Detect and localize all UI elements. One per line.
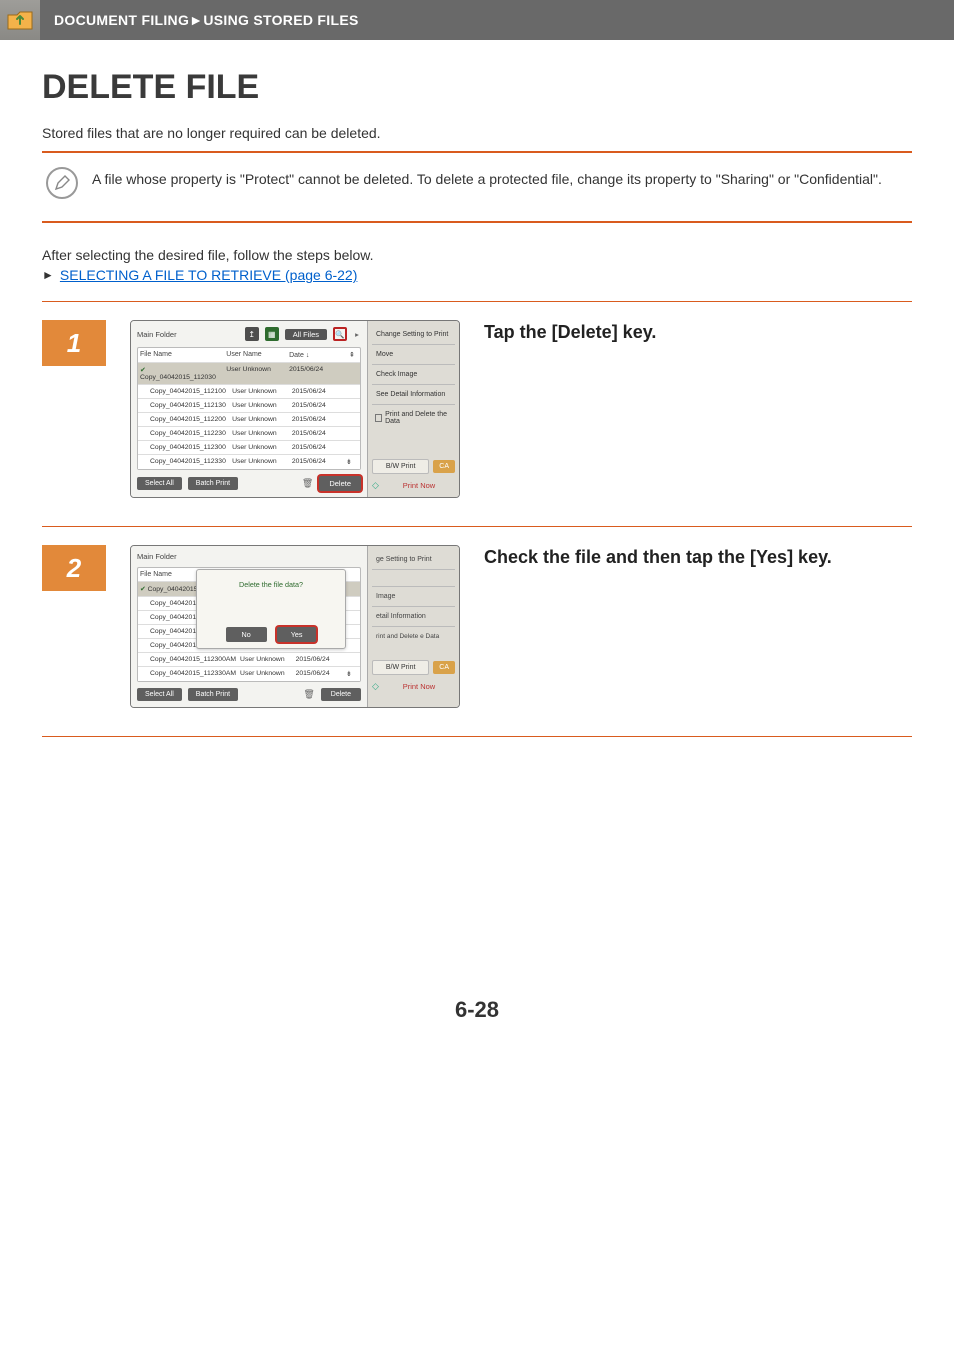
trash-icon[interactable]: 🗑	[303, 689, 314, 700]
breadcrumb-seg1: DOCUMENT FILING	[54, 12, 189, 28]
step-1: 1 Main Folder ↥ ▦ All Files 🔍 ▸	[42, 302, 912, 526]
change-setting-action[interactable]: Change Setting to Print	[372, 327, 455, 342]
ca-button[interactable]: CA	[433, 661, 455, 674]
side-toggle-icon[interactable]: ▸	[353, 330, 361, 339]
page: DOCUMENT FILING►USING STORED FILES DELET…	[0, 0, 954, 1063]
step-number: 2	[42, 545, 106, 591]
scroll-top-icon[interactable]: ⇞	[346, 351, 358, 359]
breadcrumb-sep: ►	[189, 12, 203, 28]
trash-icon[interactable]: 🗑	[302, 478, 313, 489]
pencil-icon	[46, 167, 78, 199]
check-icon: ✔	[140, 367, 146, 374]
step-2-screenshot: Main Folder File Name ✔ Copy_04042015_11…	[130, 545, 460, 708]
confirm-dialog: Delete the file data? No Yes	[196, 569, 346, 649]
table-row[interactable]: Copy_04042015_112200User Unknown2015/06/…	[138, 412, 360, 426]
table-header: File Name User Name Date ↓ ⇞	[138, 348, 360, 362]
bw-print-button[interactable]: B/W Print	[372, 459, 429, 474]
batch-print-button[interactable]: Batch Print	[188, 477, 238, 490]
link-row: ► SELECTING A FILE TO RETRIEVE (page 6-2…	[42, 267, 912, 283]
scroll-bottom-icon[interactable]: ⇟	[346, 670, 358, 678]
batch-print-button[interactable]: Batch Print	[188, 688, 238, 701]
all-files-button[interactable]: All Files	[285, 329, 327, 340]
table-row[interactable]: ✔ Copy_04042015_112030 User Unknown 2015…	[138, 362, 360, 384]
print-delete-checkbox[interactable]: Print and Delete the Data	[372, 407, 455, 429]
divider	[42, 221, 912, 223]
file-list-panel: Main Folder ↥ ▦ All Files 🔍 ▸ File Name …	[130, 320, 460, 498]
delete-button[interactable]: Delete	[319, 476, 361, 491]
section-header: DOCUMENT FILING►USING STORED FILES	[0, 0, 954, 40]
table-row[interactable]: Copy_04042015_112300AMUser Unknown2015/0…	[138, 652, 360, 666]
step-1-screenshot: Main Folder ↥ ▦ All Files 🔍 ▸ File Name …	[130, 320, 460, 498]
up-folder-button[interactable]: ↥	[245, 327, 259, 341]
select-all-button[interactable]: Select All	[137, 477, 182, 490]
col-date: Date ↓	[289, 351, 342, 359]
image-trim: Image	[372, 589, 455, 604]
bw-print-button[interactable]: B/W Print	[372, 660, 429, 675]
divider	[42, 736, 912, 737]
diamond-icon: ◇	[372, 681, 379, 692]
move-action[interactable]: Move	[372, 347, 455, 362]
ca-button[interactable]: CA	[433, 460, 455, 473]
diamond-icon: ◇	[372, 480, 379, 491]
folder-title: Main Folder	[137, 552, 361, 561]
note-text: A file whose property is "Protect" canno…	[92, 167, 882, 190]
scroll-bottom-icon[interactable]: ⇟	[346, 458, 358, 466]
grid-view-button[interactable]: ▦	[265, 327, 279, 341]
table-row[interactable]: Copy_04042015_112330User Unknown2015/06/…	[138, 454, 360, 469]
yes-button[interactable]: Yes	[277, 627, 317, 642]
folder-icon	[0, 0, 40, 40]
delete-button[interactable]: Delete	[321, 688, 361, 701]
page-title: DELETE FILE	[42, 68, 912, 107]
check-image-action[interactable]: Check Image	[372, 367, 455, 382]
print-now-button[interactable]: ◇ Print Now	[372, 480, 455, 491]
step-1-heading: Tap the [Delete] key.	[484, 320, 912, 345]
page-number: 6-28	[42, 997, 912, 1023]
table-row[interactable]: Copy_04042015_112100User Unknown2015/06/…	[138, 384, 360, 398]
triangle-icon: ►	[42, 268, 54, 282]
after-select-text: After selecting the desired file, follow…	[42, 247, 912, 263]
breadcrumb: DOCUMENT FILING►USING STORED FILES	[52, 12, 359, 28]
step-number: 1	[42, 320, 106, 366]
table-row[interactable]: Copy_04042015_112230User Unknown2015/06/…	[138, 426, 360, 440]
select-all-button[interactable]: Select All	[137, 688, 182, 701]
step-2: 2 Main Folder File Name	[42, 527, 912, 736]
table-row[interactable]: Copy_04042015_112330AMUser Unknown2015/0…	[138, 666, 360, 681]
col-username: User Name	[226, 351, 285, 359]
action-panel: ge Setting to Print Image etail Informat…	[367, 546, 459, 707]
no-button[interactable]: No	[226, 627, 267, 642]
col-filename: File Name	[140, 351, 222, 359]
steps-container: 1 Main Folder ↥ ▦ All Files 🔍 ▸	[42, 301, 912, 737]
step-2-heading: Check the file and then tap the [Yes] ke…	[484, 545, 912, 570]
search-button[interactable]: 🔍	[333, 327, 347, 341]
table-row[interactable]: Copy_04042015_112300User Unknown2015/06/…	[138, 440, 360, 454]
print-now-button[interactable]: ◇ Print Now	[372, 681, 455, 692]
note-block: A file whose property is "Protect" canno…	[42, 153, 912, 215]
action-panel: Change Setting to Print Move Check Image…	[367, 321, 459, 497]
dialog-message: Delete the file data?	[239, 578, 303, 589]
retrieve-link[interactable]: SELECTING A FILE TO RETRIEVE (page 6-22)	[60, 267, 358, 283]
sort-desc-icon[interactable]: ↓	[306, 352, 310, 359]
folder-title: Main Folder	[137, 330, 239, 339]
intro-text: Stored files that are no longer required…	[42, 125, 912, 141]
breadcrumb-seg2: USING STORED FILES	[203, 12, 358, 28]
detail-trim: etail Information	[372, 609, 455, 624]
table-row[interactable]: Copy_04042015_112130User Unknown2015/06/…	[138, 398, 360, 412]
print-delete-trim: rint and Delete e Data	[372, 629, 455, 644]
see-detail-action[interactable]: See Detail Information	[372, 387, 455, 402]
change-setting-trim: ge Setting to Print	[372, 552, 455, 567]
